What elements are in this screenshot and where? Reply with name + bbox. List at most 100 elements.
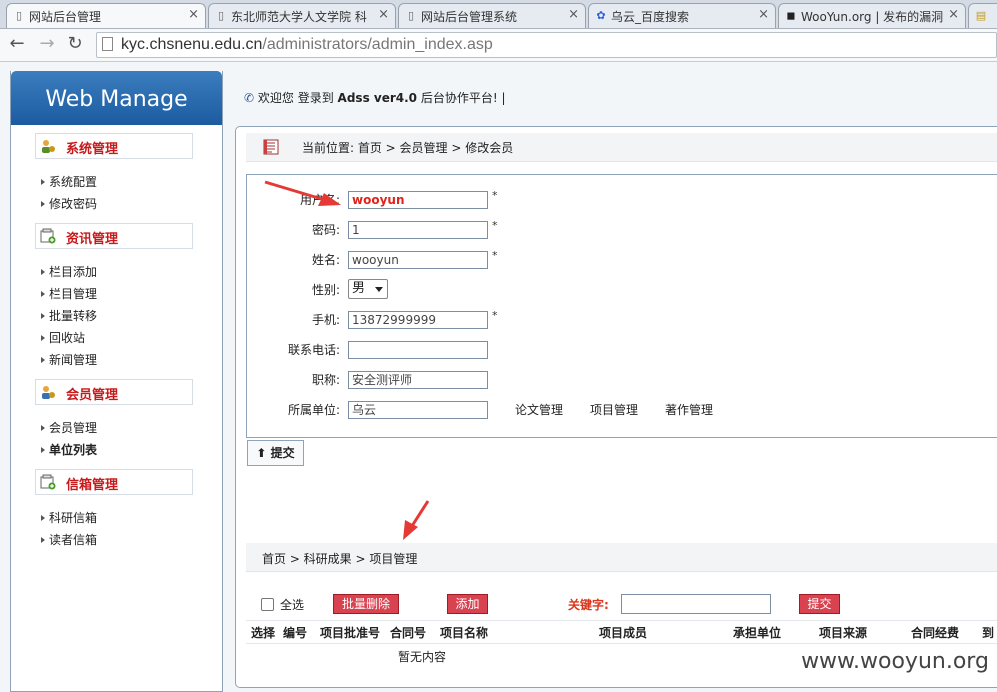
password-label: 密码:: [311, 223, 340, 237]
tab-title: 网站后台管理系统: [421, 10, 518, 24]
col-funding: 合同经费: [911, 626, 960, 640]
welcome-banner: ✆ 欢迎您 登录到 Adss ver4.0 后台协作平台! |: [244, 89, 506, 106]
menu-head-system[interactable]: 系统管理: [35, 133, 193, 159]
address-bar[interactable]: kyc.chsnenu.edu.cn/administrators/admin_…: [96, 32, 997, 58]
submit-button[interactable]: ⬆ 提交: [247, 440, 304, 466]
watermark: www.wooyun.org: [790, 646, 997, 678]
page-icon: ▯: [15, 9, 23, 22]
menu-item-unit-list[interactable]: 单位列表: [41, 439, 222, 461]
browser-tab-6[interactable]: ▤: [968, 3, 997, 28]
welcome-suffix: 后台协作平台!: [420, 91, 498, 105]
search-submit-button[interactable]: 提交: [799, 594, 840, 614]
gender-select[interactable]: 男: [348, 279, 388, 299]
password-input[interactable]: 1: [348, 221, 488, 239]
mobile-input[interactable]: 13872999999: [348, 311, 488, 329]
browser-tab-2[interactable]: ▯ 东北师范大学人文学院 科 ×: [208, 3, 396, 28]
select-all-checkbox[interactable]: [261, 598, 274, 611]
menu-list: 科研信箱 读者信箱: [41, 507, 222, 551]
menu-group-mailbox: 信箱管理 科研信箱 读者信箱: [35, 469, 222, 551]
list-toolbar: 全选 批量删除 添加 关键字: 提交: [236, 592, 997, 616]
close-icon[interactable]: ×: [758, 7, 769, 22]
name-input[interactable]: wooyun: [348, 251, 488, 269]
menu-item-news-manage[interactable]: 新闻管理: [41, 349, 222, 371]
breadcrumb-projects: 首页 > 科研成果 > 项目管理: [246, 543, 997, 572]
form-row-unit: 所属单位: 乌云 论文管理 项目管理 著作管理: [247, 399, 997, 421]
menu-list: 系统配置 修改密码: [41, 171, 222, 215]
welcome-icon: ✆: [244, 91, 255, 105]
name-label: 姓名:: [311, 253, 340, 267]
menu-item-research-mailbox[interactable]: 科研信箱: [41, 507, 222, 529]
browser-toolbar: ← → ↻ kyc.chsnenu.edu.cn/administrators/…: [0, 29, 997, 62]
col-approval-no: 项目批准号: [320, 626, 381, 640]
close-icon[interactable]: ×: [378, 7, 389, 22]
menu-item-recycle-bin[interactable]: 回收站: [41, 327, 222, 349]
breadcrumb-text: 当前位置: 首页 > 会员管理 > 修改会员: [302, 141, 514, 155]
brand-logo: Web Manage: [11, 71, 222, 125]
welcome-cursor: |: [501, 91, 506, 105]
batch-delete-button[interactable]: 批量删除: [333, 594, 399, 614]
menu-item-system-config[interactable]: 系统配置: [41, 171, 222, 193]
breadcrumb-text: 首页 > 科研成果 > 项目管理: [262, 552, 418, 566]
username-input[interactable]: wooyun: [348, 191, 488, 209]
menu-group-news: 资讯管理 栏目添加 栏目管理 批量转移 回收站 新闻管理: [35, 223, 222, 371]
menu-item-reader-mailbox[interactable]: 读者信箱: [41, 529, 222, 551]
close-icon[interactable]: ×: [568, 7, 579, 22]
browser-tab-3[interactable]: ▯ 网站后台管理系统 ×: [398, 3, 586, 28]
username-label: 用户名:: [299, 193, 340, 207]
empty-table-message: 暂无内容: [398, 650, 447, 664]
title-label: 职称:: [311, 373, 340, 387]
phone-label: 联系电话:: [287, 343, 340, 357]
reload-icon[interactable]: ↻: [64, 33, 86, 55]
folder-icon: ▤: [975, 9, 987, 22]
submit-label: 提交: [270, 446, 295, 460]
breadcrumb: 当前位置: 首页 > 会员管理 > 修改会员: [246, 133, 997, 162]
menu-item-manage-column[interactable]: 栏目管理: [41, 283, 222, 305]
page-icon: ▯: [407, 9, 415, 22]
keyword-input[interactable]: [621, 594, 771, 614]
col-project-name: 项目名称: [440, 626, 489, 640]
page-icon: [102, 37, 113, 51]
menu-item-add-column[interactable]: 栏目添加: [41, 261, 222, 283]
menu-item-member-manage[interactable]: 会员管理: [41, 417, 222, 439]
menu-head-member[interactable]: 会员管理: [35, 379, 193, 405]
forward-arrow-icon[interactable]: →: [36, 33, 58, 55]
gender-label: 性别:: [311, 283, 340, 297]
mobile-label: 手机:: [311, 313, 340, 327]
welcome-product: Adss ver4.0: [337, 91, 418, 105]
link-paper-manage[interactable]: 论文管理: [515, 399, 563, 421]
back-arrow-icon[interactable]: ←: [6, 33, 28, 55]
menu-group-member: 会员管理 会员管理 单位列表: [35, 379, 222, 461]
menu-head-label: 会员管理: [66, 388, 119, 403]
close-icon[interactable]: ×: [948, 7, 959, 22]
tab-title: WooYun.org | 发布的漏洞: [801, 10, 943, 24]
url-host: kyc.chsnenu.edu.cn: [121, 36, 263, 53]
col-contract-no: 合同号: [390, 626, 427, 640]
url-path: /administrators/admin_index.asp: [262, 36, 493, 53]
tab-title: 东北师范大学人文学院 科: [231, 10, 367, 24]
menu-item-batch-move[interactable]: 批量转移: [41, 305, 222, 327]
add-button[interactable]: 添加: [447, 594, 488, 614]
page-content: Web Manage 系统管理 系统配置 修改密码 资讯管理 栏目添加 栏目管理…: [0, 62, 997, 692]
phone-input[interactable]: [348, 341, 488, 359]
browser-tab-1[interactable]: ▯ 网站后台管理 ×: [6, 3, 206, 28]
tab-title: 乌云_百度搜索: [611, 10, 690, 24]
select-all-label: 全选: [280, 598, 305, 612]
title-input[interactable]: 安全测评师: [348, 371, 488, 389]
gender-selected: 男: [352, 281, 366, 296]
menu-item-change-password[interactable]: 修改密码: [41, 193, 222, 215]
menu-head-news[interactable]: 资讯管理: [35, 223, 193, 249]
unit-input[interactable]: 乌云: [348, 401, 488, 419]
unit-label: 所属单位:: [287, 403, 340, 417]
close-icon[interactable]: ×: [188, 7, 199, 22]
chevron-down-icon: [375, 287, 383, 292]
menu-list: 栏目添加 栏目管理 批量转移 回收站 新闻管理: [41, 261, 222, 371]
book-icon: [263, 139, 279, 155]
link-book-manage[interactable]: 著作管理: [665, 399, 713, 421]
browser-tab-5[interactable]: ◼ WooYun.org | 发布的漏洞 ×: [778, 3, 966, 28]
main-panel: 当前位置: 首页 > 会员管理 > 修改会员 用户名: wooyun * 密码:…: [235, 126, 997, 688]
menu-head-mailbox[interactable]: 信箱管理: [35, 469, 193, 495]
menu-head-label: 资讯管理: [66, 232, 119, 247]
browser-tab-4[interactable]: ✿ 乌云_百度搜索 ×: [588, 3, 776, 28]
link-project-manage[interactable]: 项目管理: [590, 399, 638, 421]
user-gear-icon: [42, 386, 55, 399]
